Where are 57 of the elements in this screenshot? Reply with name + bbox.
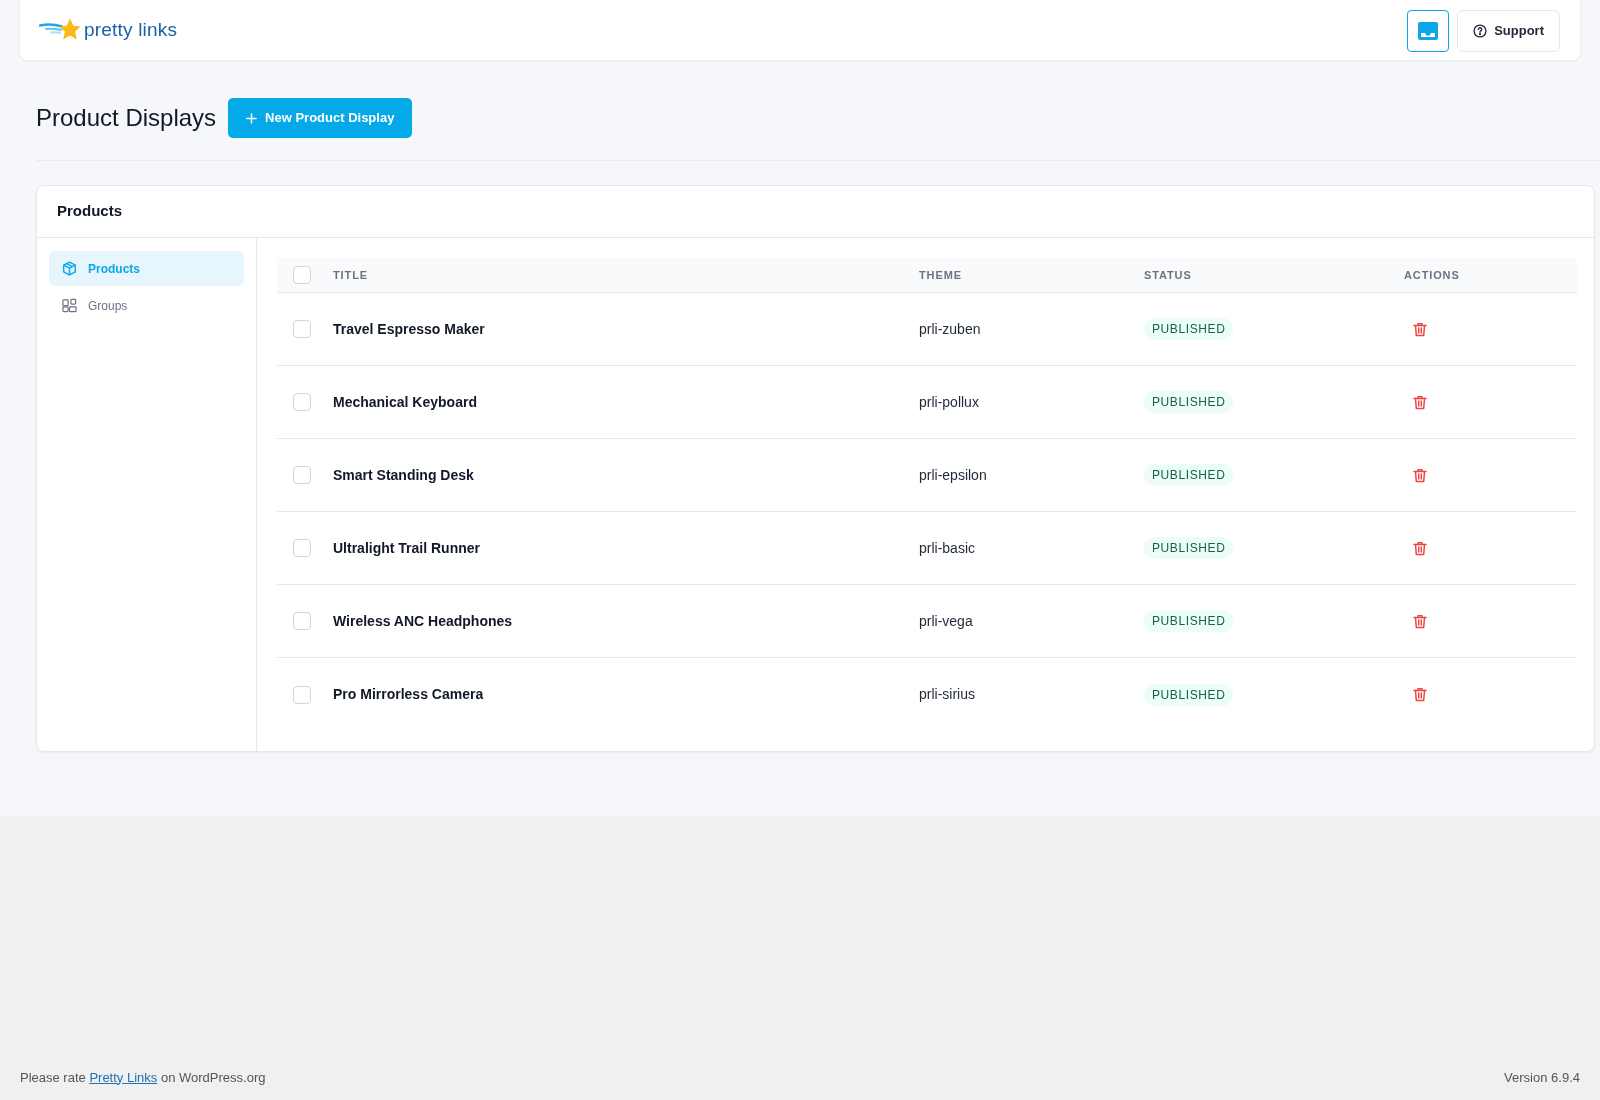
column-header: STATUS bbox=[1144, 267, 1192, 283]
checkbox[interactable] bbox=[293, 539, 311, 557]
status-badge: PUBLISHED bbox=[1144, 610, 1234, 632]
new-product-display-button[interactable]: New Product Display bbox=[228, 98, 413, 138]
checkbox[interactable] bbox=[293, 320, 311, 338]
status-badge: PUBLISHED bbox=[1144, 318, 1234, 340]
brand-name: pretty links bbox=[84, 19, 178, 41]
trash-icon bbox=[1413, 394, 1427, 410]
checkbox[interactable] bbox=[293, 612, 311, 630]
delete-button[interactable] bbox=[1413, 613, 1427, 629]
product-title: Mechanical Keyboard bbox=[333, 392, 477, 412]
status-badge: PUBLISHED bbox=[1144, 683, 1234, 706]
cube-icon bbox=[62, 261, 77, 276]
checkbox[interactable] bbox=[293, 393, 311, 411]
panel-title: Products bbox=[57, 201, 122, 222]
theme-name: prli-pollux bbox=[919, 392, 979, 412]
pretty-links-link[interactable]: Pretty Links bbox=[89, 1069, 158, 1085]
theme-name: prli-zuben bbox=[919, 319, 981, 339]
theme-name: prli-vega bbox=[919, 611, 973, 631]
column-header: ACTIONS bbox=[1404, 267, 1460, 283]
product-title: Pro Mirrorless Camera bbox=[333, 685, 484, 704]
sidebar-item[interactable]: Groups bbox=[49, 288, 244, 323]
column-header: TITLE bbox=[333, 267, 368, 283]
rating-note: Please rate Pretty Links on WordPress.org bbox=[20, 1068, 266, 1087]
delete-button[interactable] bbox=[1413, 394, 1427, 410]
product-title: Ultralight Trail Runner bbox=[333, 538, 480, 558]
trash-icon bbox=[1413, 467, 1427, 483]
status-badge: PUBLISHED bbox=[1144, 537, 1234, 559]
theme-name: prli-basic bbox=[919, 538, 975, 558]
status-badge: PUBLISHED bbox=[1144, 464, 1234, 486]
inbox-button[interactable] bbox=[1407, 9, 1450, 52]
product-title: Wireless ANC Headphones bbox=[333, 611, 513, 631]
page-title: Product Displays bbox=[36, 106, 217, 130]
product-title: Smart Standing Desk bbox=[333, 465, 474, 485]
support-button[interactable]: Support bbox=[1457, 9, 1560, 52]
theme-name: prli-epsilon bbox=[919, 465, 987, 485]
checkbox[interactable] bbox=[293, 266, 311, 284]
inbox-icon bbox=[1418, 21, 1439, 40]
delete-button[interactable] bbox=[1413, 321, 1427, 337]
trash-icon bbox=[1413, 613, 1427, 629]
help-icon bbox=[1473, 23, 1488, 38]
sidebar-item[interactable]: Products bbox=[49, 251, 244, 286]
plus-icon bbox=[246, 112, 258, 124]
grid-icon bbox=[62, 298, 77, 313]
status-badge: PUBLISHED bbox=[1144, 391, 1234, 413]
theme-name: prli-sirius bbox=[919, 685, 975, 704]
checkbox[interactable] bbox=[293, 685, 311, 704]
column-header: THEME bbox=[919, 267, 962, 283]
delete-button[interactable] bbox=[1413, 540, 1427, 556]
trash-icon bbox=[1413, 321, 1427, 337]
delete-button[interactable] bbox=[1413, 467, 1427, 483]
trash-icon bbox=[1413, 687, 1427, 702]
trash-icon bbox=[1413, 540, 1427, 556]
product-title: Travel Espresso Maker bbox=[333, 319, 485, 339]
version-text: Version 6.9.4 bbox=[1504, 1068, 1580, 1087]
delete-button[interactable] bbox=[1413, 687, 1427, 702]
checkbox[interactable] bbox=[293, 466, 311, 484]
